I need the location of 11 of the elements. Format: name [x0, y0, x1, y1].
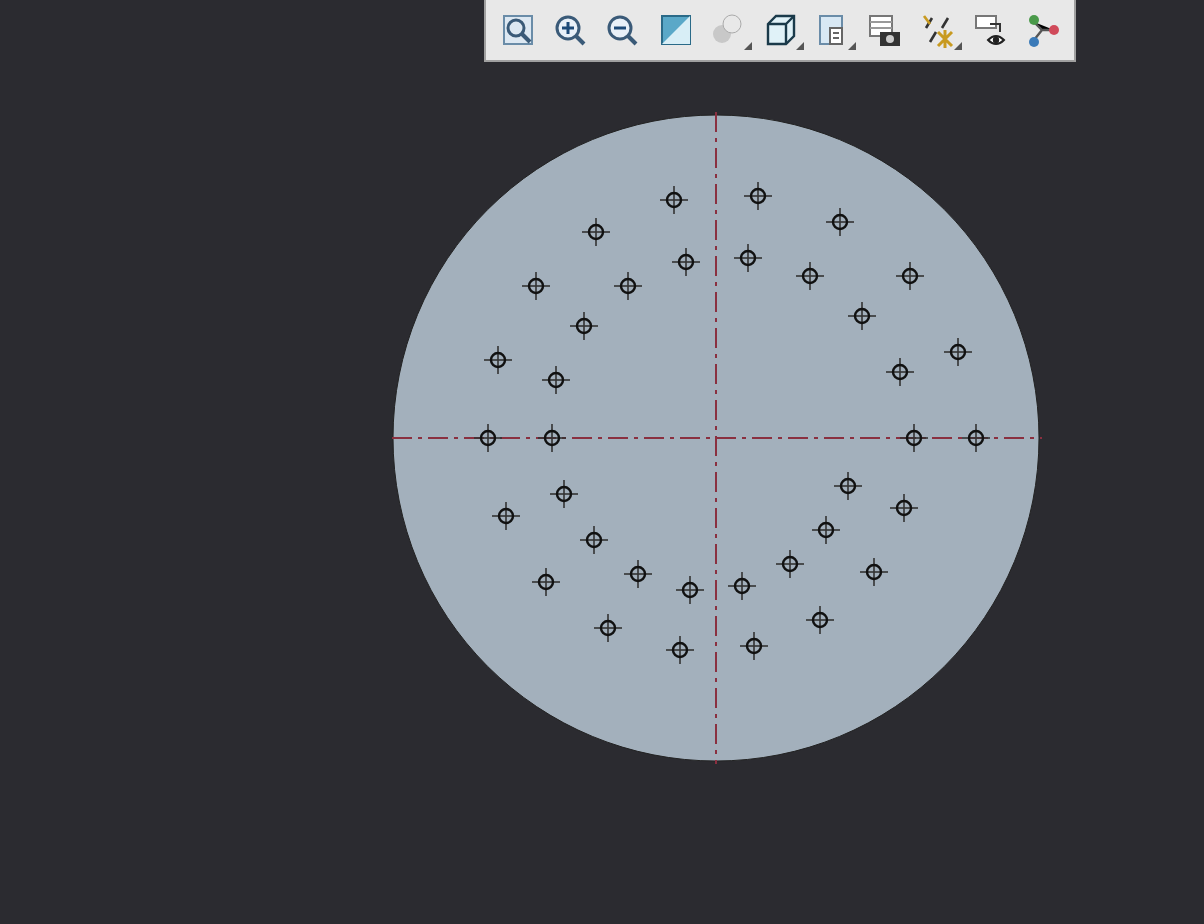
square-diagonal-icon [660, 14, 691, 44]
table-camera-icon [869, 14, 901, 45]
document-icon [819, 14, 844, 44]
eye-icon [974, 14, 1005, 44]
tree-icon [1028, 14, 1059, 46]
dashed-lines-icon [921, 14, 953, 49]
zoom-fit-icon [503, 14, 533, 44]
zoom-in-icon [555, 14, 586, 45]
cube-icon [766, 13, 796, 45]
spheres-icon [712, 13, 741, 42]
zoom-out-icon [608, 14, 639, 45]
